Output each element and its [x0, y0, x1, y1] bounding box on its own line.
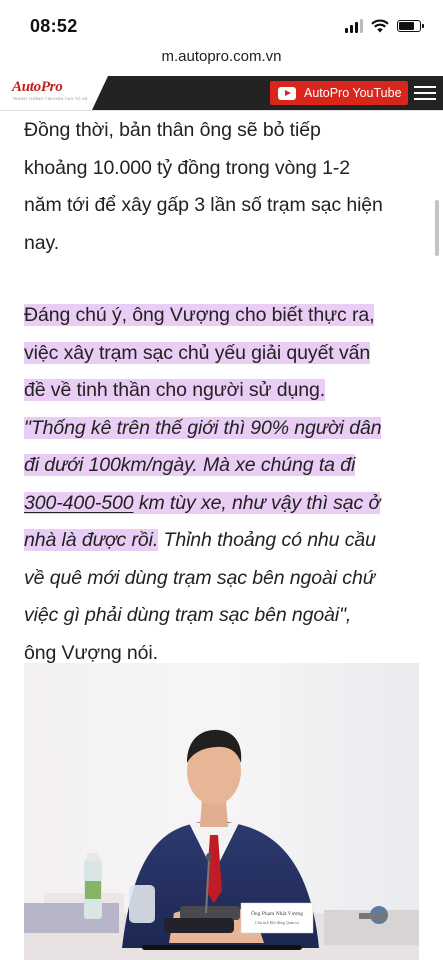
underlined-quote: 300-400-500	[24, 491, 134, 514]
hamburger-menu-icon[interactable]	[414, 86, 436, 100]
article-body: Đồng thời, bản thân ông sẽ bỏ tiếp khoản…	[24, 112, 424, 672]
highlighted-quote: đi dưới 100km/ngày. Mà xe chúng ta đi	[24, 454, 356, 476]
cellular-signal-icon	[345, 19, 363, 33]
site-header: AutoPro TRANG THÔNG TIN KIẾN TẠO TÒ XE A…	[0, 76, 443, 111]
text-line: Đồng thời, bản thân ông sẽ bỏ tiếp	[24, 119, 321, 141]
highlighted-quote: km tùy xe, như vậy thì sạc ở	[133, 491, 381, 514]
article-paragraph-highlighted: Đáng chú ý, ông Vượng cho biết thực ra, …	[24, 297, 424, 672]
logo-tagline: TRANG THÔNG TIN KIẾN TẠO TÒ XE	[12, 96, 88, 101]
highlighted-text: đề về tinh thần cho người sử dụng.	[24, 379, 326, 401]
autopro-logo[interactable]: AutoPro TRANG THÔNG TIN KIẾN TẠO TÒ XE	[12, 79, 88, 102]
youtube-button[interactable]: AutoPro YouTube	[270, 81, 408, 105]
highlighted-text: việc xây trạm sạc chủ yếu giải quyết vấn	[24, 341, 371, 364]
quote-text: về quê mới dùng trạm sạc bên ngoài chứ	[24, 566, 375, 589]
status-icons	[345, 18, 424, 34]
logo-text: AutoPro	[12, 79, 63, 95]
quote-text: việc gì phải dùng trạm sạc bên ngoài",	[24, 604, 352, 626]
clock: 08:52	[30, 16, 78, 36]
wifi-icon	[371, 19, 389, 33]
nameplate-title: Chủ tịch Hội đồng Quản trị	[255, 920, 300, 925]
highlighted-quote: nhà là được rồi.	[24, 529, 159, 551]
text-line: nay.	[24, 231, 60, 254]
page-scrollbar[interactable]	[435, 200, 439, 256]
url-text: m.autopro.com.vn	[161, 48, 282, 65]
status-bar: 08:52	[0, 0, 443, 48]
address-bar[interactable]: m.autopro.com.vn	[0, 48, 443, 74]
text-line: năm tới để xây gấp 3 lần số trạm sạc hiệ…	[24, 194, 383, 216]
play-icon	[278, 86, 296, 100]
youtube-button-label: AutoPro YouTube	[304, 86, 402, 100]
text-line: ông Vượng nói.	[24, 641, 158, 664]
nameplate-name: Ông Phạm Nhật Vượng	[251, 909, 303, 917]
article-photo[interactable]: Ông Phạm Nhật Vượng Chủ tịch Hội đồng Qu…	[24, 663, 419, 960]
text-line: khoảng 10.000 tỷ đồng trong vòng 1-2	[24, 156, 350, 179]
quote-text: Thỉnh thoảng có nhu cầu	[158, 529, 376, 551]
battery-icon	[397, 20, 424, 32]
article-paragraph: Đồng thời, bản thân ông sẽ bỏ tiếp khoản…	[24, 112, 424, 262]
highlighted-quote: "Thống kê trên thế giới thì 90% người dâ…	[24, 416, 382, 439]
highlighted-text: Đáng chú ý, ông Vượng cho biết thực ra,	[24, 304, 375, 326]
home-indicator[interactable]	[142, 945, 302, 950]
